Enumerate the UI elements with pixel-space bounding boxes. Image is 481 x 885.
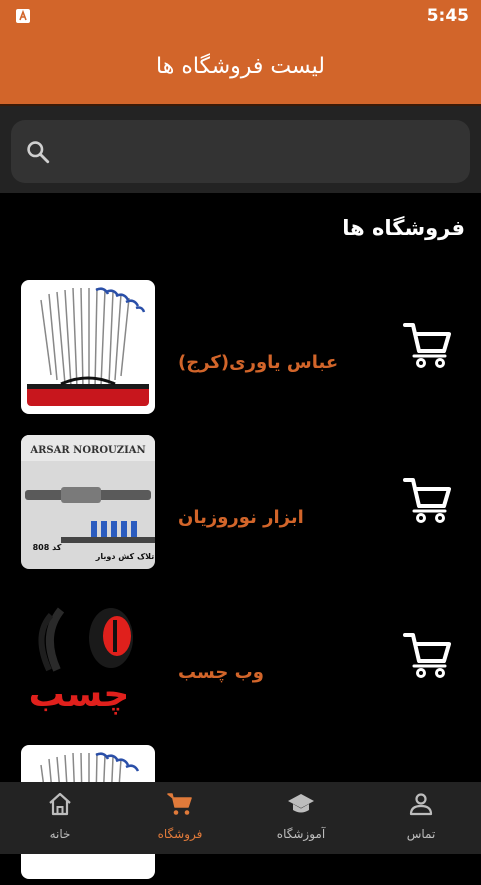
cart-icon[interactable] [402, 630, 452, 680]
search-box[interactable] [11, 120, 470, 185]
nav-stores-label: فروشگاه [157, 827, 203, 841]
cart-icon[interactable] [402, 475, 452, 525]
thumb-caption: تلاک کش دوبار [95, 552, 155, 562]
logo-text: چسب [29, 674, 130, 715]
store-name[interactable]: ابزار نوروزیان [178, 507, 304, 528]
status-bar: 5:45 [0, 0, 481, 34]
section-title: فروشگاه ها [342, 216, 465, 240]
nav-contact[interactable]: تماس [361, 782, 481, 854]
app-bar: لیست فروشگاه ها [0, 34, 481, 106]
tools-image [21, 280, 155, 414]
tools-image: ARSAR NOROUZIAN تلاک کش دوبار کد 808 [21, 435, 155, 569]
nav-training-label: آموزشگاه [276, 827, 326, 841]
page-title: لیست فروشگاه ها [156, 54, 325, 79]
bottom-navigation: خانه فروشگاه آموزشگاه تماس [0, 782, 481, 854]
store-thumbnail[interactable]: ARSAR NOROUZIAN تلاک کش دوبار کد 808 [21, 435, 155, 569]
store-item[interactable]: ARSAR NOROUZIAN تلاک کش دوبار کد 808 ابز… [0, 435, 481, 575]
home-icon [49, 792, 71, 816]
search-input[interactable] [61, 120, 458, 185]
status-time: 5:45 [426, 6, 469, 26]
nav-home[interactable]: خانه [0, 782, 120, 854]
store-thumbnail[interactable]: چسب [21, 590, 155, 724]
school-icon [288, 794, 314, 813]
search-icon[interactable] [25, 139, 51, 165]
nav-stores[interactable]: فروشگاه [120, 782, 240, 854]
notification-app-icon [16, 9, 30, 23]
store-name[interactable]: عباس یاوری(کرج) [178, 352, 338, 373]
logo-image: چسب [21, 590, 155, 724]
thumb-brand-text: ARSAR NOROUZIAN [29, 445, 145, 456]
store-thumbnail[interactable] [21, 280, 155, 414]
store-item[interactable]: چسب وب چسب [0, 590, 481, 730]
cart-icon [167, 793, 192, 815]
store-name[interactable]: وب چسب [178, 662, 264, 683]
nav-contact-label: تماس [406, 827, 436, 841]
person-icon [409, 793, 433, 816]
nav-training[interactable]: آموزشگاه [241, 782, 361, 854]
nav-home-label: خانه [49, 827, 71, 841]
search-section [0, 106, 481, 193]
cart-icon[interactable] [402, 320, 452, 370]
thumb-code: کد 808 [33, 543, 62, 552]
store-item[interactable]: عباس یاوری(کرج) [0, 280, 481, 420]
